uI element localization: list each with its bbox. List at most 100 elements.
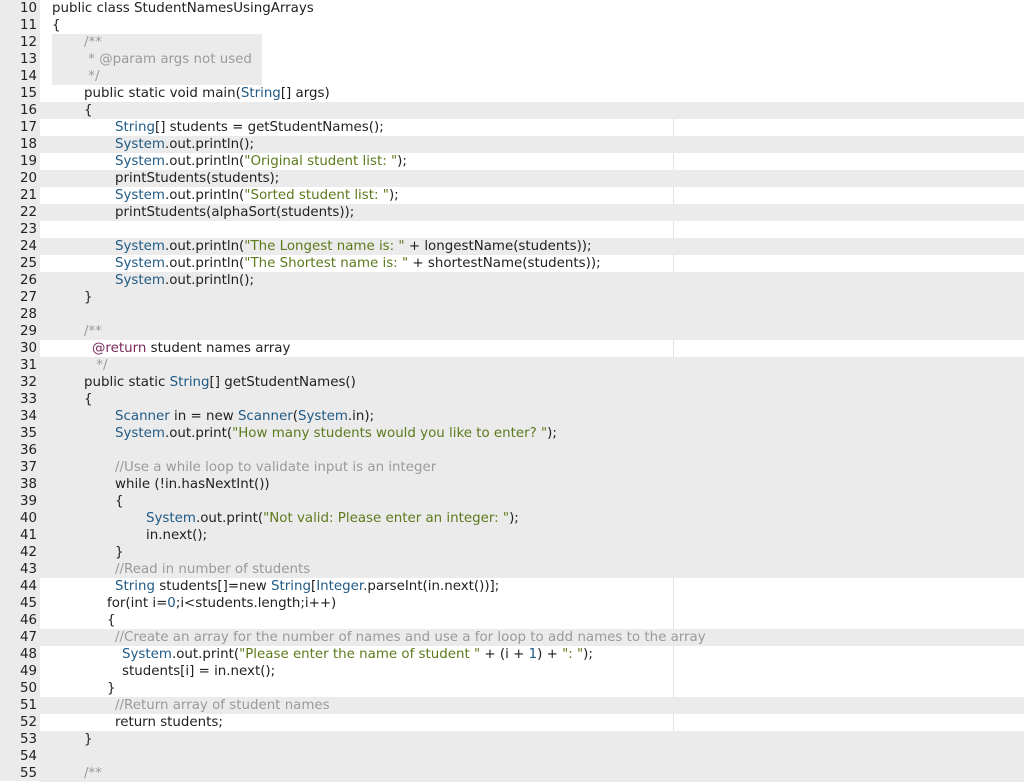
line-number: 37 <box>19 460 37 475</box>
code-line-50[interactable]: 50} <box>0 680 1024 697</box>
code-line-32[interactable]: 32 public static String[] getStudentNames… <box>0 374 1024 391</box>
code-text[interactable]: for(int i=0;i<students.length;i++) <box>107 595 336 612</box>
line-number: 14 <box>19 69 37 84</box>
code-text[interactable]: } <box>84 289 93 306</box>
code-text[interactable]: String students[]=new String[Integer.par… <box>115 578 499 595</box>
code-line-41[interactable]: 41 in.next(); <box>0 527 1024 544</box>
code-line-12[interactable]: 12 /** <box>0 34 1024 51</box>
code-line-18[interactable]: 18 System.out.println(); <box>0 136 1024 153</box>
code-line-23[interactable]: 23 <box>0 221 1024 238</box>
code-text[interactable]: /** <box>84 323 102 340</box>
code-text[interactable]: { <box>115 493 124 510</box>
code-text[interactable]: System.out.print("How many students woul… <box>115 425 557 442</box>
code-text[interactable]: public static void main(String[] args) <box>84 85 330 102</box>
code-text[interactable]: in.next(); <box>146 527 207 544</box>
code-text[interactable]: students[i] = in.next(); <box>122 663 275 680</box>
code-line-44[interactable]: 44 String students[]=new String[Integer.p… <box>0 578 1024 595</box>
print-margin-guide <box>673 119 674 136</box>
code-line-10[interactable]: 10 public class StudentNamesUsingArrays <box>0 0 1024 17</box>
code-text[interactable]: System.out.println("The Shortest name is… <box>115 255 601 272</box>
code-text[interactable]: //Return array of student names <box>115 697 330 714</box>
line-highlight <box>40 306 1024 323</box>
code-line-19[interactable]: 19 System.out.println("Original student l… <box>0 153 1024 170</box>
code-line-34[interactable]: 34 Scanner in = new Scanner(System.in); <box>0 408 1024 425</box>
code-text[interactable]: } <box>107 680 116 697</box>
code-line-16[interactable]: 16 { <box>0 102 1024 119</box>
code-line-40[interactable]: 40 System.out.print("Not valid: Please en… <box>0 510 1024 527</box>
code-text[interactable]: System.out.print("Not valid: Please ente… <box>146 510 519 527</box>
code-text[interactable]: { <box>52 17 61 34</box>
code-line-54[interactable]: 54 <box>0 748 1024 765</box>
code-line-35[interactable]: 35 System.out.print("How many students wo… <box>0 425 1024 442</box>
code-text[interactable]: public static String[] getStudentNames() <box>84 374 356 391</box>
code-editor[interactable]: 10 public class StudentNamesUsingArrays 11… <box>0 0 1024 782</box>
code-text[interactable]: { <box>84 391 93 408</box>
code-line-55[interactable]: 55 /** <box>0 765 1024 782</box>
code-line-42[interactable]: 42} <box>0 544 1024 561</box>
code-text[interactable]: * @param args not used <box>84 51 252 68</box>
code-text[interactable]: printStudents(students); <box>115 170 279 187</box>
code-line-36[interactable]: 36 <box>0 442 1024 459</box>
line-number: 38 <box>19 477 37 492</box>
code-line-31[interactable]: 31 */ <box>0 357 1024 374</box>
code-line-47[interactable]: 47 //Create an array for the number of na… <box>0 629 1024 646</box>
code-line-45[interactable]: 45 for(int i=0;i<students.length;i++) <box>0 595 1024 612</box>
code-text[interactable]: } <box>84 731 93 748</box>
code-line-33[interactable]: 33 { <box>0 391 1024 408</box>
code-line-15[interactable]: 15 public static void main(String[] args) <box>0 85 1024 102</box>
code-text[interactable]: System.out.println("Original student lis… <box>115 153 407 170</box>
code-text[interactable]: Scanner in = new Scanner(System.in); <box>115 408 374 425</box>
code-text[interactable]: //Create an array for the number of name… <box>115 629 706 646</box>
code-text[interactable]: @return student names array <box>92 340 290 357</box>
code-text[interactable]: System.out.println(); <box>115 136 254 153</box>
code-text[interactable]: String[] students = getStudentNames(); <box>115 119 384 136</box>
code-line-26[interactable]: 26 System.out.println(); <box>0 272 1024 289</box>
code-text[interactable]: return students; <box>115 714 223 731</box>
code-line-14[interactable]: 14 */ <box>0 68 1024 85</box>
code-text[interactable]: } <box>115 544 124 561</box>
code-line-46[interactable]: 46 { <box>0 612 1024 629</box>
code-text[interactable]: System.out.print("Please enter the name … <box>122 646 593 663</box>
code-text[interactable]: while (!in.hasNextInt()) <box>115 476 270 493</box>
code-text[interactable]: //Use a while loop to validate input is … <box>115 459 436 476</box>
line-highlight <box>40 765 1024 782</box>
code-line-51[interactable]: 51 //Return array of student names <box>0 697 1024 714</box>
print-margin-guide <box>673 612 674 629</box>
code-line-48[interactable]: 48 System.out.print("Please enter the nam… <box>0 646 1024 663</box>
code-line-28[interactable]: 28 <box>0 306 1024 323</box>
code-line-49[interactable]: 49 students[i] = in.next(); <box>0 663 1024 680</box>
code-text[interactable]: /** <box>84 765 102 782</box>
code-line-39[interactable]: 39 { <box>0 493 1024 510</box>
code-line-24[interactable]: 24 System.out.println("The Longest name i… <box>0 238 1024 255</box>
code-line-21[interactable]: 21 System.out.println("Sorted student lis… <box>0 187 1024 204</box>
code-text[interactable]: printStudents(alphaSort(students)); <box>115 204 354 221</box>
code-line-29[interactable]: 29 /** <box>0 323 1024 340</box>
code-line-22[interactable]: 22 printStudents(alphaSort(students)); <box>0 204 1024 221</box>
code-line-27[interactable]: 27} <box>0 289 1024 306</box>
code-text[interactable]: /** <box>84 34 102 51</box>
line-number: 22 <box>19 205 37 220</box>
code-line-13[interactable]: 13 * @param args not used <box>0 51 1024 68</box>
code-line-20[interactable]: 20 printStudents(students); <box>0 170 1024 187</box>
code-text[interactable]: { <box>107 612 116 629</box>
code-line-25[interactable]: 25 System.out.println("The Shortest name … <box>0 255 1024 272</box>
code-line-52[interactable]: 52 return students; <box>0 714 1024 731</box>
code-text[interactable]: System.out.println("Sorted student list:… <box>115 187 399 204</box>
code-line-53[interactable]: 53} <box>0 731 1024 748</box>
code-text[interactable]: { <box>84 102 93 119</box>
code-line-37[interactable]: 37 //Use a while loop to validate input i… <box>0 459 1024 476</box>
code-line-30[interactable]: 30 @return student names array <box>0 340 1024 357</box>
code-line-11[interactable]: 11 { <box>0 17 1024 34</box>
line-number: 28 <box>19 307 37 322</box>
code-text[interactable]: public class StudentNamesUsingArrays <box>52 0 314 17</box>
code-text[interactable]: System.out.println("The Longest name is:… <box>115 238 592 255</box>
line-highlight <box>40 748 1024 765</box>
code-text[interactable]: System.out.println(); <box>115 272 254 289</box>
code-text[interactable]: */ <box>92 357 107 374</box>
code-line-38[interactable]: 38 while (!in.hasNextInt()) <box>0 476 1024 493</box>
code-line-43[interactable]: 43 //Read in number of students <box>0 561 1024 578</box>
code-line-17[interactable]: 17 String[] students = getStudentNames(); <box>0 119 1024 136</box>
line-number: 23 <box>19 222 37 237</box>
code-text[interactable]: //Read in number of students <box>115 561 310 578</box>
code-text[interactable]: */ <box>84 68 99 85</box>
